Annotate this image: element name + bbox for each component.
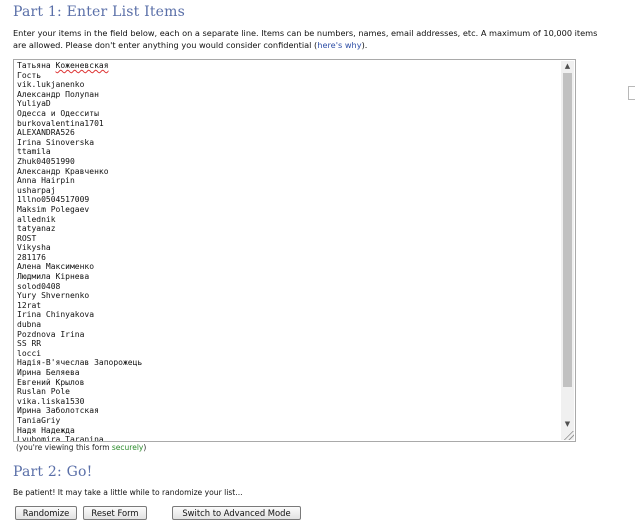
list-item-line: Yury Shvernenko bbox=[17, 291, 90, 301]
list-item-line: Ruslan Pole bbox=[17, 387, 70, 397]
list-item-line: Irina Chinyakova bbox=[17, 310, 95, 320]
part2-heading: Part 2: Go! bbox=[13, 464, 93, 480]
list-item-line: 1llno0504517009 bbox=[17, 195, 90, 205]
list-items-content[interactable]: Татьяна Коженевская Гость vik.lukjanenko Ал… bbox=[17, 61, 557, 441]
list-item-line: Александр Кравченко bbox=[17, 166, 109, 176]
list-item-line: vika.liska1530 bbox=[17, 396, 85, 406]
list-item-line: Татьяна Коженевская bbox=[17, 61, 109, 70]
instructions-text: Enter your items in the field below, eac… bbox=[13, 27, 613, 51]
list-item-line: vik.lukjanenko bbox=[17, 80, 85, 90]
scroll-up-arrow-icon[interactable]: ▲ bbox=[561, 61, 574, 72]
list-item-line: Надя Надежда bbox=[17, 425, 75, 435]
list-item-line: Алена Максименко bbox=[17, 262, 95, 272]
list-item-line: Vikysha bbox=[17, 243, 51, 253]
list-item-line: 12rat bbox=[17, 300, 42, 310]
list-item-line: Людмила Кірнева bbox=[17, 272, 90, 282]
list-item-line: ALEXANDRA526 bbox=[17, 128, 75, 138]
patience-text: Be patient! It may take a little while t… bbox=[13, 488, 243, 497]
list-item-line: Anna Hairpin bbox=[17, 176, 75, 186]
instructions-end: ). bbox=[361, 40, 368, 50]
list-item-line: Александр Полупан bbox=[17, 89, 99, 99]
list-item-line: dubna bbox=[17, 320, 42, 330]
list-item-line: Pozdnova Irina bbox=[17, 329, 85, 339]
list-item-line: burkovalentina1701 bbox=[17, 118, 104, 128]
list-item-line: Ирина Беляева bbox=[17, 368, 80, 377]
list-item-line: YuliyaD bbox=[17, 99, 51, 109]
list-item-line: allednik bbox=[17, 214, 56, 224]
list-item-line: Lyubomira Taranina bbox=[17, 435, 104, 441]
scrollbar-thumb[interactable] bbox=[563, 73, 572, 387]
randomize-button[interactable]: Randomize bbox=[15, 506, 77, 520]
list-item-line: 281176 bbox=[17, 252, 46, 262]
list-item-line: Irina Sinoverska bbox=[17, 137, 95, 147]
secure-note-prefix: (you're viewing this form bbox=[16, 443, 112, 452]
side-panel-edge bbox=[628, 86, 635, 100]
reset-form-button[interactable]: Reset Form bbox=[83, 506, 147, 520]
list-item-line: usharpaj bbox=[17, 185, 56, 195]
securely-link[interactable]: securely bbox=[112, 443, 143, 452]
instructions-body: Enter your items in the field below, eac… bbox=[13, 28, 598, 50]
part1-heading: Part 1: Enter List Items bbox=[13, 4, 186, 20]
list-item-line: Ирина Заболотская bbox=[17, 406, 99, 416]
spellcheck-underline: Коженевская bbox=[55, 61, 109, 70]
resize-grip-icon[interactable] bbox=[564, 431, 574, 440]
heres-why-link[interactable]: here's why bbox=[317, 40, 361, 50]
secure-note-suffix: ) bbox=[143, 443, 147, 452]
list-item-line: locci bbox=[17, 348, 42, 358]
list-item-line: Евгений Крылов bbox=[17, 377, 85, 387]
scroll-down-arrow-icon[interactable]: ▼ bbox=[561, 419, 574, 430]
secure-note: (you're viewing this form securely) bbox=[16, 443, 146, 452]
list-item-line: SS RR bbox=[17, 339, 42, 349]
list-item-line: Zhuk04051990 bbox=[17, 156, 75, 166]
list-item-line: ttamila bbox=[17, 147, 51, 157]
list-item-line: solod0408 bbox=[17, 281, 61, 291]
list-items-textarea[interactable]: Татьяна Коженевская Гость vik.lukjanenko Ал… bbox=[13, 59, 576, 442]
list-item-line: Надія-В'ячеслав Запорожець bbox=[17, 358, 143, 368]
list-item-line: Одесса и Одесситы bbox=[17, 108, 99, 118]
list-item-line: Гость bbox=[17, 70, 42, 80]
list-item-line: Maksim Polegaev bbox=[17, 204, 90, 214]
textarea-scrollbar[interactable]: ▲ ▼ bbox=[561, 61, 574, 440]
list-item-line: TaniaGriy bbox=[17, 415, 61, 425]
switch-advanced-mode-button[interactable]: Switch to Advanced Mode bbox=[172, 506, 301, 520]
list-item-line: tatyanaz bbox=[17, 224, 56, 234]
list-item-line: ROST bbox=[17, 233, 37, 243]
